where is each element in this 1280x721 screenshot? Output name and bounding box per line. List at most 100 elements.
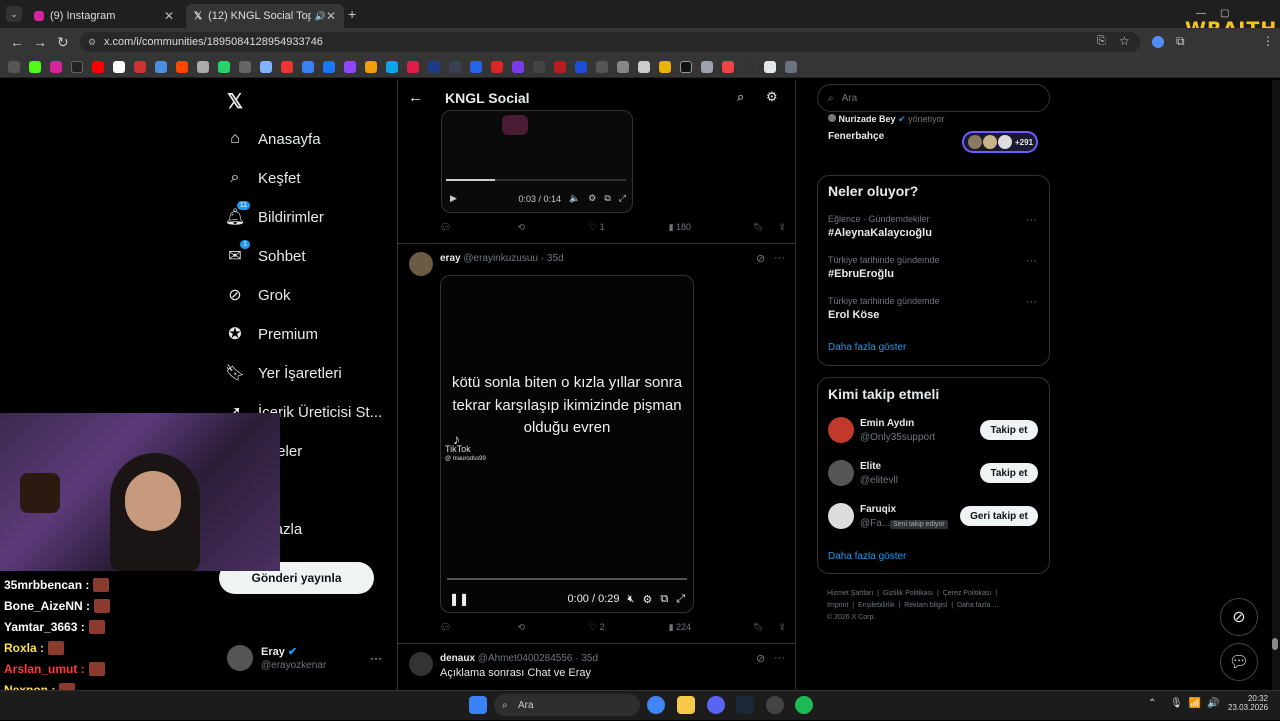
bookmark-icon[interactable] <box>281 60 293 73</box>
close-icon[interactable]: ✕ <box>164 9 174 23</box>
clock[interactable]: 20:32 23.03.2026 <box>1228 694 1268 712</box>
scrollbar[interactable] <box>1272 80 1280 690</box>
x-icon[interactable] <box>71 60 83 73</box>
trend-name[interactable]: #AleynaKalaycıoğlu <box>828 227 932 239</box>
settings-icon[interactable]: ⚙ <box>766 89 778 105</box>
back-arrow-icon[interactable]: ← <box>408 89 423 106</box>
video-progress[interactable] <box>446 179 626 181</box>
grok-float-icon[interactable]: ⊘ <box>1220 598 1258 636</box>
sidebar-item-1[interactable]: ⌕ Keşfet <box>226 169 301 187</box>
reload-icon[interactable]: ↻ <box>57 34 69 51</box>
instagram-icon[interactable] <box>50 60 62 73</box>
search-icon[interactable]: ⌕ <box>737 89 744 105</box>
bookmark-icon[interactable]: 🔖︎ <box>753 622 764 633</box>
bookmark-icon[interactable] <box>722 60 734 73</box>
share-icon[interactable]: ⇪ <box>778 622 786 633</box>
suggested-user-name[interactable]: Emin Aydın <box>860 418 914 429</box>
sidebar-item-4[interactable]: ⊘ Grok <box>226 286 290 305</box>
follow-button[interactable]: Takip et <box>980 463 1038 483</box>
settings-icon[interactable]: ⚙ <box>642 593 652 606</box>
reply-icon[interactable]: 💬︎ <box>440 622 451 633</box>
window-controls[interactable]: —▢ <box>1196 8 1243 19</box>
extension-icon[interactable] <box>1152 36 1164 48</box>
bookmark-icon[interactable] <box>680 60 692 73</box>
bookmark-icon[interactable] <box>260 60 272 73</box>
community-members[interactable]: +291 <box>962 131 1038 153</box>
mute-icon[interactable]: 🔈 <box>569 193 580 204</box>
bookmark-icon[interactable] <box>155 60 167 73</box>
bookmark-icon[interactable] <box>470 60 482 73</box>
fullscreen-icon[interactable]: ⤢ <box>676 593 685 606</box>
sidebar-item-6[interactable]: 🔖︎ Yer İşaretleri <box>225 364 342 383</box>
play-icon[interactable]: ▶ <box>450 193 457 204</box>
search-input[interactable]: ⌕ Ara <box>817 84 1050 112</box>
pause-icon[interactable]: ❚❚ <box>449 592 469 606</box>
bookmark-icon[interactable] <box>659 60 671 73</box>
google-icon[interactable] <box>113 60 125 73</box>
start-icon[interactable] <box>469 696 487 714</box>
twitch-icon[interactable] <box>344 60 356 73</box>
repost-icon[interactable]: ⟲ <box>517 622 525 633</box>
obs-icon[interactable] <box>766 696 784 714</box>
sidebar-item-3[interactable]: ✉ 1 Sohbet <box>226 240 306 265</box>
facebook-icon[interactable] <box>323 60 335 73</box>
spotify-icon[interactable] <box>795 696 813 714</box>
trends-show-more[interactable]: Daha fazla göster <box>828 342 906 353</box>
bookmark-icon[interactable] <box>596 60 608 73</box>
repost-icon[interactable]: ⟲ <box>517 222 525 233</box>
bookmark-icon[interactable] <box>407 60 419 73</box>
bookmark-icon[interactable] <box>302 60 314 73</box>
bookmark-icon[interactable] <box>785 60 797 73</box>
install-icon[interactable]: ⎘ <box>1097 35 1106 48</box>
grok-icon[interactable]: ⊘ <box>756 652 765 665</box>
settings-icon[interactable]: ⚙ <box>588 193 596 204</box>
post-author[interactable]: eray @erayinkuzusuu · 35d <box>440 253 564 264</box>
avatar[interactable] <box>828 503 854 529</box>
reddit-icon[interactable] <box>176 60 188 73</box>
steam-icon[interactable] <box>736 696 754 714</box>
bookmark-icon[interactable] <box>617 60 629 73</box>
pip-icon[interactable]: ⧉ <box>660 593 668 606</box>
sidebar-item-5[interactable]: ✪ Premium <box>226 325 318 344</box>
sidebar-item-2[interactable]: 🔔︎ 11 Bildirimler <box>225 201 324 226</box>
menu-dots-icon[interactable]: ⋮ <box>1262 34 1274 48</box>
avatar[interactable] <box>828 417 854 443</box>
avatar[interactable] <box>828 460 854 486</box>
bookmark-icon[interactable] <box>575 60 587 73</box>
x-logo-icon[interactable]: 𝕏 <box>227 89 243 114</box>
pip-icon[interactable]: ⧉ <box>604 193 610 204</box>
bookmark-icon[interactable] <box>533 60 545 73</box>
bookmark-icon[interactable] <box>554 60 566 73</box>
suggested-user-name[interactable]: Elite <box>860 461 881 472</box>
kick-icon[interactable] <box>29 60 41 73</box>
sidebar-item-0[interactable]: ⌂ Anasayfa <box>226 130 320 148</box>
reply-icon[interactable]: 💬︎ <box>440 222 451 233</box>
post-author[interactable]: denaux @Ahmet0400284556 · 35d <box>440 653 598 664</box>
bookmark-icon[interactable] <box>764 60 776 73</box>
puzzle-icon[interactable]: ⧉ <box>1176 34 1185 49</box>
bookmark-icon[interactable] <box>197 60 209 73</box>
suggested-user-name[interactable]: Faruqix <box>860 504 896 515</box>
apps-icon[interactable] <box>8 60 20 73</box>
speaker-icon[interactable]: 🔊 <box>315 11 326 22</box>
bookmark-icon[interactable] <box>449 60 461 73</box>
trend-name[interactable]: #EbruEroğlu <box>828 268 894 280</box>
who-show-more[interactable]: Daha fazla göster <box>828 551 906 562</box>
tray-arrow-icon[interactable]: ⌃ <box>1148 698 1156 709</box>
explorer-icon[interactable] <box>677 696 695 714</box>
taskbar-search[interactable]: ⌕ Ara <box>494 694 640 716</box>
tray-icons[interactable]: 🎙︎📶🔊 <box>1170 698 1226 709</box>
tab-instagram[interactable]: (9) Instagram ✕ <box>26 4 182 28</box>
trend-name[interactable]: Erol Köse <box>828 309 879 321</box>
star-icon[interactable]: ☆ <box>1119 34 1130 48</box>
bookmark-icon[interactable] <box>512 60 524 73</box>
tab-kngl[interactable]: 𝕏 (12) KNGL Social Topluluk / 🔊 ✕ <box>186 4 344 28</box>
more-dots-icon[interactable]: ··· <box>774 252 785 264</box>
new-tab-icon[interactable]: + <box>348 6 356 22</box>
bookmark-icon[interactable] <box>743 60 755 73</box>
more-dots-icon[interactable]: ··· <box>774 652 785 664</box>
gmail-icon[interactable] <box>134 60 146 73</box>
like-icon[interactable]: ♡ 1 <box>589 222 605 233</box>
bookmark-icon[interactable] <box>701 60 713 73</box>
forward-icon[interactable]: → <box>33 34 47 50</box>
